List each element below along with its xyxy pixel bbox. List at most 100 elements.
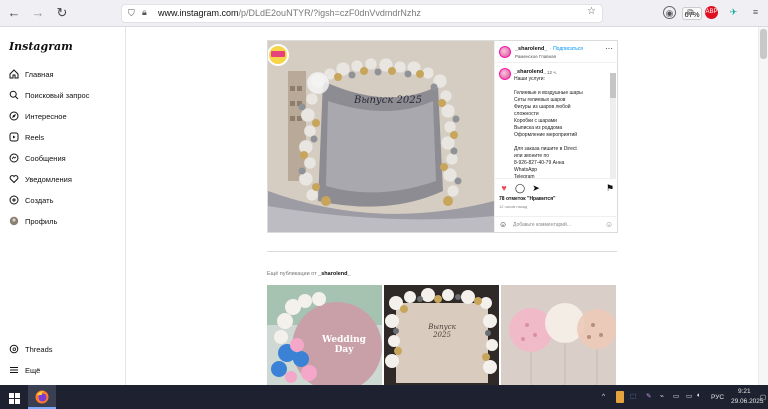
caption-scroll-thumb[interactable] [610, 73, 616, 98]
clock-time[interactable]: 9:21 [738, 388, 751, 395]
search-icon [9, 90, 19, 100]
like-count[interactable]: 78 отметок "Нравится" [499, 196, 556, 202]
messages-icon [9, 153, 19, 163]
more-posts-title: Ещё публикации от _sharolend_ [267, 271, 351, 277]
caption-line: Гелиевые и воздушные шары [514, 90, 583, 96]
sidebar-item-profile[interactable]: Профиль [9, 214, 57, 228]
extension-rocket-icon[interactable]: ✈ [727, 6, 740, 19]
caption-line: или звоните по [514, 153, 550, 159]
sidebar-item-explore[interactable]: Интересное [9, 109, 67, 123]
more-post-thumb[interactable]: Wedding Day [267, 285, 382, 385]
sidebar-item-messages[interactable]: Сообщения [9, 151, 66, 165]
divider [267, 251, 617, 252]
comment-icon[interactable]: ◯ [515, 183, 525, 193]
page-scrollbar[interactable] [758, 27, 768, 385]
language-indicator[interactable]: РУС [711, 394, 724, 401]
clock-date[interactable]: 29.06.2025 [731, 398, 764, 405]
menu-icon [9, 365, 19, 375]
tray-display-icon[interactable]: ▭ [673, 392, 679, 400]
heart-icon [9, 174, 19, 184]
sidebar-item-threads[interactable]: Threads [9, 342, 53, 356]
extensions-icon[interactable]: ⧉ [684, 6, 697, 19]
sidebar-item-label: Профиль [25, 216, 58, 226]
caption-avatar[interactable] [499, 68, 511, 80]
notifications-icon[interactable]: ▢ [760, 393, 766, 401]
sidebar-item-label: Интересное [25, 111, 67, 121]
url-text: www.instagram.com/p/DLdE2ouNTYR/?igsh=cz… [158, 8, 421, 18]
sidebar-item-home[interactable]: Главная [9, 67, 54, 81]
sidebar-item-label: Главная [25, 69, 54, 79]
author-avatar[interactable] [499, 46, 511, 58]
adblock-icon[interactable]: ABP [705, 6, 718, 19]
sidebar-item-reels[interactable]: Reels [9, 130, 44, 144]
follow-button[interactable]: · Подписаться [550, 46, 583, 52]
comment-input[interactable]: Добавьте комментарий... [513, 222, 571, 228]
lock-icon[interactable]: 🔒︎ [142, 7, 147, 18]
emoji-icon[interactable]: ☺ [499, 220, 507, 229]
sidebar-item-label: Threads [25, 344, 53, 354]
app-menu-icon[interactable]: ≡ [749, 6, 762, 19]
taskbar: ^ ⬚ ✎ ⌁ ▭ ▭ 🔈︎ РУС 9:21 29.06.2025 ▢ [0, 385, 768, 409]
post-location[interactable]: Раменское Главная [515, 54, 556, 59]
sidebar-item-search[interactable]: Поисковый запрос [9, 88, 89, 102]
home-icon [9, 69, 19, 79]
windows-start-icon[interactable] [9, 391, 20, 404]
account-icon[interactable]: ◉ [663, 6, 676, 19]
post-image[interactable]: Выпуск 2025 [268, 41, 494, 232]
caption-line: WhatsApp [514, 167, 538, 173]
bookmark-star-icon[interactable]: ☆ [587, 6, 596, 17]
profile-icon [9, 216, 19, 226]
caption-line: Для заказа пишите в Direct [514, 146, 577, 152]
post-details: _sharolend_ · Подписаться Раменское Глав… [494, 41, 619, 232]
save-bookmark-icon[interactable]: ⚑ [605, 183, 615, 193]
caption-line: Сеты гелиевых шаров [514, 97, 566, 103]
more-options-icon[interactable]: ··· [605, 45, 613, 53]
caption-scrollbar[interactable] [610, 73, 616, 178]
thumb-text: Выпуск 2025 [428, 323, 456, 339]
tray-app-icon[interactable] [616, 391, 624, 403]
reload-icon[interactable]: ↻ [54, 5, 70, 21]
forward-icon[interactable]: → [30, 5, 46, 21]
like-heart-icon[interactable]: ♥ [499, 183, 509, 193]
sidebar-item-more[interactable]: Ещё [9, 363, 40, 377]
emoji-picker-icon[interactable]: ☺ [605, 220, 613, 229]
tray-snip-icon[interactable]: ⬚ [630, 392, 636, 400]
sidebar-item-create[interactable]: Создать [9, 193, 54, 207]
tray-pen-icon[interactable]: ✎ [646, 392, 651, 400]
caption-line: Наши услуги: [514, 76, 545, 82]
post-page: Выпуск 2025 _sharolend_ · Подписаться Ра… [126, 27, 758, 385]
tray-volume-icon[interactable]: 🔈︎ [697, 392, 701, 400]
sidebar-item-notifications[interactable]: Уведомления [9, 172, 72, 186]
sidebar: Instagram Главная Поисковый запрос Интер… [0, 27, 126, 385]
back-icon[interactable]: ← [6, 5, 22, 21]
share-icon[interactable]: ➤ [531, 183, 541, 193]
comment-box: ☺ Добавьте комментарий... ☺ [495, 216, 619, 232]
caption-time: 12 ч. [547, 70, 557, 75]
explore-icon [9, 111, 19, 121]
taskbar-firefox-button[interactable] [28, 385, 56, 409]
thumb-text: Wedding Day [322, 335, 366, 355]
caption-line: Оформление мероприятий [514, 132, 578, 138]
firefox-icon [35, 390, 49, 404]
create-icon [9, 195, 19, 205]
sidebar-item-label: Сообщения [25, 153, 66, 163]
more-posts-author[interactable]: _sharolend_ [318, 271, 350, 277]
browser-toolbar: ← → ↻ ⛉ 🔒︎ www.instagram.com/p/DLdE2ouNT… [0, 0, 768, 27]
caption-line: Коробки с шарами [514, 118, 557, 124]
author-name[interactable]: _sharolend_ [515, 46, 547, 52]
tray-network-icon[interactable]: ⌁ [660, 392, 664, 400]
post-time: 12 часов назад [499, 204, 528, 209]
post-image-caption: Выпуск 2025 [354, 95, 422, 106]
address-bar[interactable]: ⛉ 🔒︎ www.instagram.com/p/DLdE2ouNTYR/?ig… [121, 4, 702, 23]
more-post-thumb[interactable]: Выпуск 2025 [384, 285, 499, 385]
shield-icon[interactable]: ⛉ [128, 8, 135, 19]
caption-line: Выписка из роддома [514, 125, 563, 131]
reels-icon [9, 132, 19, 142]
tray-chevron-icon[interactable]: ^ [602, 393, 605, 400]
tray-battery-icon[interactable]: ▭ [686, 392, 692, 400]
more-post-thumb[interactable] [501, 285, 616, 385]
page-scroll-thumb[interactable] [760, 29, 767, 59]
instagram-logo[interactable]: Instagram [9, 40, 73, 53]
caption-author[interactable]: _sharolend_ [514, 69, 546, 75]
post-actions: ♥ ◯ ➤ ⚑ 78 отметок "Нравится" 12 часов н… [495, 178, 619, 218]
